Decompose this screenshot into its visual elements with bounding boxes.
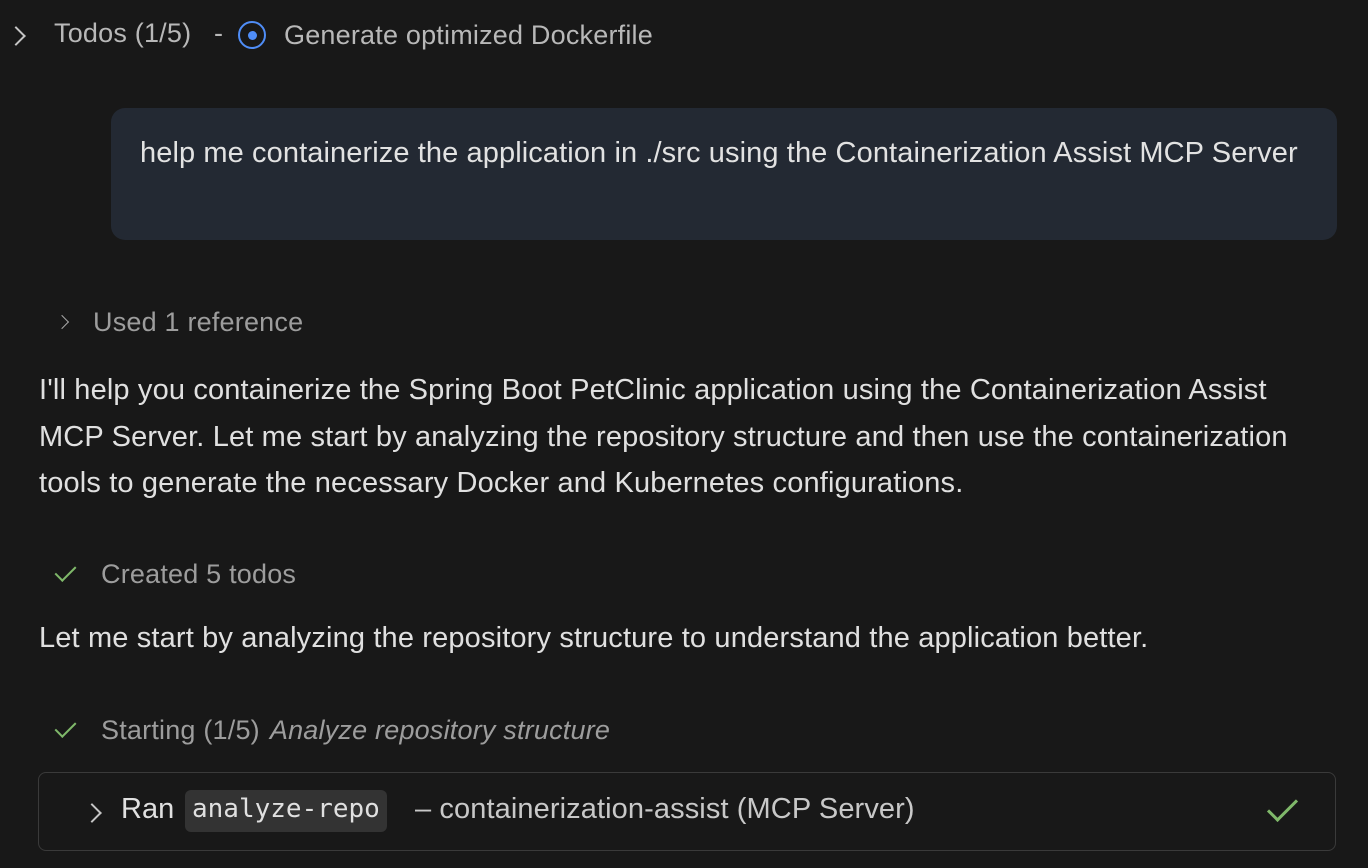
user-message-text: help me containerize the application in …: [140, 137, 1298, 169]
todos-header[interactable]: Todos (1/5) - Generate optimized Dockerf…: [0, 10, 1368, 62]
tool-ran-label: Ran: [121, 793, 175, 825]
in-progress-icon: [238, 21, 266, 49]
todos-separator: -: [214, 18, 223, 48]
starting-todo-status: Starting (1/5) Analyze repository struct…: [54, 708, 610, 752]
created-todos-status: Created 5 todos: [54, 552, 296, 596]
assistant-paragraph: I'll help you containerize the Spring Bo…: [39, 374, 1288, 499]
check-icon: [54, 560, 77, 582]
chevron-right-icon[interactable]: [82, 803, 102, 823]
tool-call-panel[interactable]: Ran analyze-repo – containerization-assi…: [38, 772, 1336, 851]
chevron-right-icon[interactable]: [54, 314, 70, 330]
user-message-bubble: help me containerize the application in …: [111, 108, 1337, 240]
chevron-right-icon[interactable]: [6, 26, 26, 46]
check-icon: [1266, 790, 1299, 823]
current-todo-task: Generate optimized Dockerfile: [284, 20, 653, 50]
todos-title: Todos (1/5): [54, 18, 192, 48]
tool-name-chip: analyze-repo: [185, 790, 387, 832]
references-toggle[interactable]: Used 1 reference: [54, 300, 304, 344]
assistant-paragraph-2: Let me start by analyzing the repository…: [39, 622, 1149, 654]
references-label: Used 1 reference: [93, 306, 304, 337]
tool-description: – containerization-assist (MCP Server): [415, 793, 915, 825]
starting-label: Starting (1/5): [101, 714, 260, 745]
check-icon: [54, 716, 77, 738]
starting-task: Analyze repository structure: [269, 714, 611, 745]
created-todos-label: Created 5 todos: [101, 558, 297, 589]
